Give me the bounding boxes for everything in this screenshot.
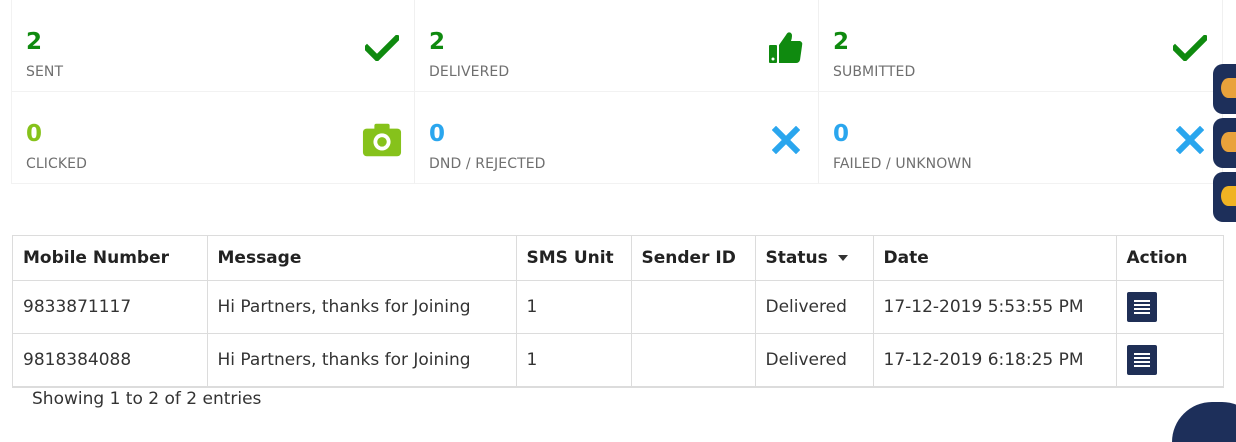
side-tab-2[interactable] — [1213, 118, 1236, 168]
column-header-label: Message — [217, 248, 302, 268]
checkmark-icon — [1170, 28, 1210, 68]
cell-status: Delivered — [754, 280, 874, 334]
details-icon — [1133, 300, 1150, 314]
megaphone-icon — [1221, 186, 1236, 206]
cell-mobile-number: 9818384088 — [13, 333, 208, 387]
stat-value: 2 — [429, 29, 446, 55]
cell-sender-id — [630, 333, 756, 387]
column-header-mobile-number[interactable]: Mobile Number — [13, 236, 208, 281]
column-header-label: Action — [1126, 248, 1188, 268]
column-header-label: Mobile Number — [23, 248, 169, 268]
column-header-sender-id[interactable]: Sender ID — [630, 236, 756, 281]
stat-label: FAILED / UNKNOWN — [833, 156, 972, 172]
cell-status: Delivered — [754, 333, 874, 387]
side-tab-1[interactable] — [1213, 64, 1236, 114]
stat-label: SENT — [26, 64, 64, 80]
cell-message: Hi Partners, thanks for Joining — [206, 333, 517, 387]
column-header-date[interactable]: Date — [872, 236, 1117, 281]
side-tab-3[interactable] — [1213, 172, 1236, 222]
side-floating-tabs — [1213, 64, 1236, 226]
table-info-text: Showing 1 to 2 of 2 entries — [32, 389, 262, 409]
stat-label: CLICKED — [26, 156, 87, 172]
chat-icon — [1221, 78, 1236, 98]
checkmark-icon — [362, 28, 402, 68]
camera-icon — [362, 120, 402, 160]
stat-value: 2 — [833, 29, 850, 55]
cell-sms-unit: 1 — [515, 280, 632, 334]
table-row: 9833871117 Hi Partners, thanks for Joini… — [13, 280, 1223, 334]
stat-card-sent: 2 SENT — [11, 0, 415, 92]
cell-action — [1115, 333, 1223, 387]
column-header-label: SMS Unit — [526, 248, 614, 268]
cell-mobile-number: 9833871117 — [13, 280, 208, 334]
stat-label: DELIVERED — [429, 64, 510, 80]
cell-action — [1115, 280, 1223, 334]
x-icon — [766, 120, 806, 160]
stat-label: DND / REJECTED — [429, 156, 546, 172]
column-header-action[interactable]: Action — [1115, 236, 1223, 281]
column-header-label: Date — [883, 248, 929, 268]
stat-value: 0 — [429, 121, 446, 147]
stat-card-failed-unknown: 0 FAILED / UNKNOWN — [819, 92, 1223, 184]
stat-card-dnd-rejected: 0 DND / REJECTED — [415, 92, 819, 184]
stat-card-delivered: 2 DELIVERED — [415, 0, 819, 92]
cell-message: Hi Partners, thanks for Joining — [206, 280, 517, 334]
thumbs-up-icon — [766, 28, 806, 68]
cell-sender-id — [630, 280, 756, 334]
column-header-label: Status — [765, 248, 828, 268]
view-details-button[interactable] — [1126, 345, 1157, 375]
stats-row-2: 0 CLICKED 0 DND / REJECTED 0 FAILED / UN… — [11, 92, 1225, 184]
report-table: Mobile Number Message SMS Unit Sender ID… — [12, 235, 1224, 388]
table-row: 9818384088 Hi Partners, thanks for Joini… — [13, 333, 1223, 387]
chat-icon — [1221, 132, 1236, 152]
column-header-label: Sender ID — [641, 248, 736, 268]
stats-panel: 2 SENT 2 DELIVERED 2 SUBMITTED 0 CLICKED… — [11, 0, 1225, 184]
chat-launcher-button[interactable] — [1172, 402, 1236, 442]
column-header-sms-unit[interactable]: SMS Unit — [515, 236, 632, 281]
stat-card-submitted: 2 SUBMITTED — [819, 0, 1223, 92]
cell-date: 17-12-2019 5:53:55 PM — [872, 280, 1117, 334]
stat-label: SUBMITTED — [833, 64, 916, 80]
view-details-button[interactable] — [1126, 292, 1157, 322]
details-icon — [1133, 353, 1150, 367]
cell-sms-unit: 1 — [515, 333, 632, 387]
stat-value: 0 — [833, 121, 850, 147]
stat-value: 0 — [26, 121, 43, 147]
table-header-row: Mobile Number Message SMS Unit Sender ID… — [13, 236, 1223, 281]
x-icon — [1170, 120, 1210, 160]
stats-row-1: 2 SENT 2 DELIVERED 2 SUBMITTED — [11, 0, 1225, 92]
stat-card-clicked: 0 CLICKED — [11, 92, 415, 184]
column-header-message[interactable]: Message — [206, 236, 517, 281]
stat-value: 2 — [26, 29, 43, 55]
column-header-status[interactable]: Status — [754, 236, 874, 281]
cell-date: 17-12-2019 6:18:25 PM — [872, 333, 1117, 387]
sort-descending-icon — [837, 255, 848, 261]
